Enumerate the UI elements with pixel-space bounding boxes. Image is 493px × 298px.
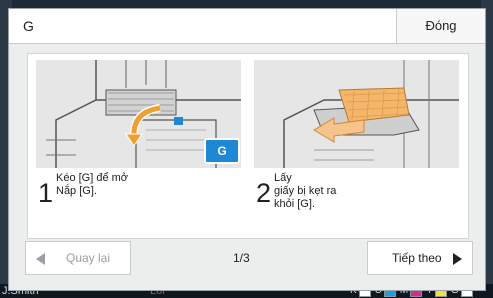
next-button[interactable]: Tiếp theo <box>367 241 473 275</box>
previous-button[interactable]: Quay lại <box>25 241 131 275</box>
g-badge: G <box>204 138 240 164</box>
left-arrow-icon <box>36 253 45 265</box>
step-1-text: Kéo [G] để mở Nắp [G]. <box>56 172 129 197</box>
step-2-text: Lấy giấy bị kẹt ra khỏi [G]. <box>274 172 337 210</box>
jam-guide-dialog: G Đóng G 1 Kéo [G] để mở Nắp [G]. 2 Lấy … <box>8 8 486 291</box>
step-1-number: 1 <box>38 178 54 208</box>
dialog-header: G Đóng <box>9 9 485 44</box>
step-2-number: 2 <box>256 178 272 208</box>
right-arrow-icon <box>453 253 462 265</box>
dialog-title: G <box>23 18 34 34</box>
illustration-remove-paper <box>254 60 459 168</box>
close-button[interactable]: Đóng <box>396 9 485 43</box>
page-indicator: 1/3 <box>233 251 250 265</box>
instruction-panel: G 1 Kéo [G] để mở Nắp [G]. 2 Lấy giấy bị… <box>27 53 469 239</box>
